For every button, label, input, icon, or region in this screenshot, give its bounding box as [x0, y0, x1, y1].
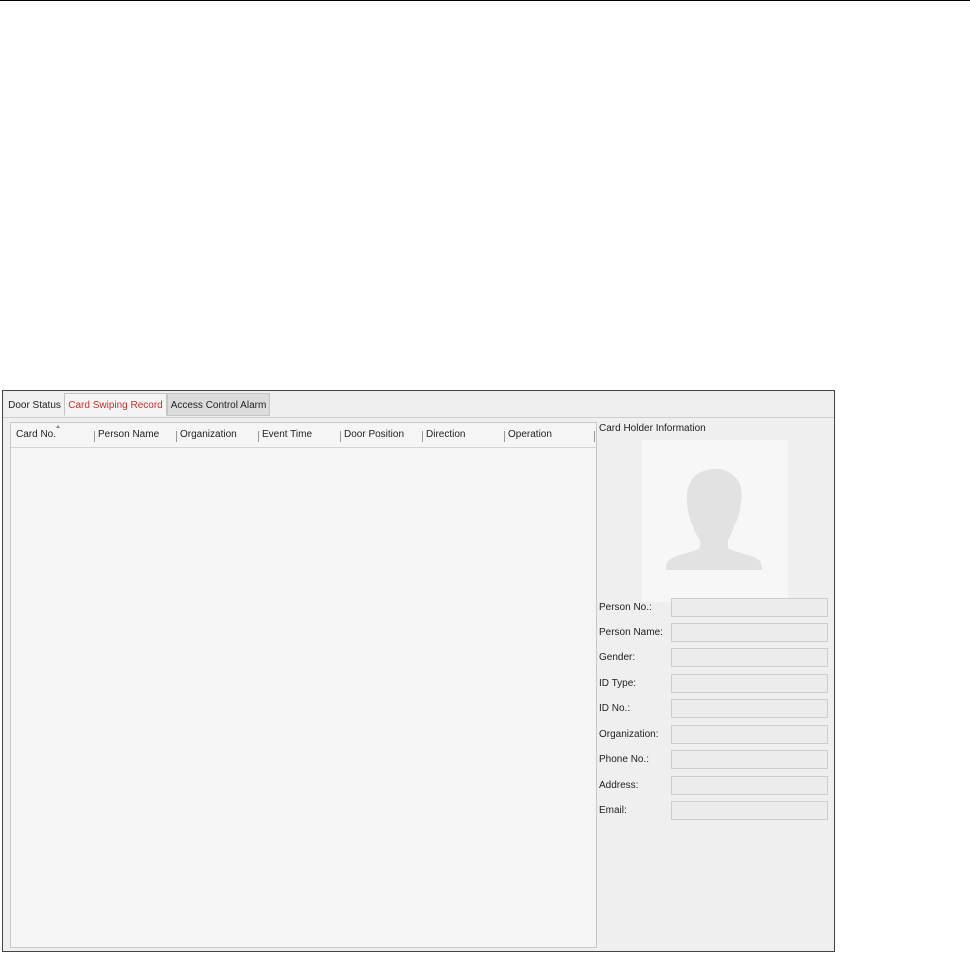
column-header-organization[interactable]: Organization: [180, 423, 237, 447]
card-swiping-record-table: Card No. Person Name Organization Event …: [10, 422, 597, 948]
tab-access-control-alarm[interactable]: Access Control Alarm: [167, 393, 270, 416]
tab-door-status[interactable]: Door Status: [5, 393, 64, 416]
column-header-door-position[interactable]: Door Position: [344, 423, 404, 447]
organization-field[interactable]: [671, 725, 828, 744]
column-divider[interactable]: [258, 431, 259, 442]
address-label: Address:: [599, 780, 639, 791]
column-divider[interactable]: [340, 431, 341, 442]
gender-field[interactable]: [671, 648, 828, 667]
column-divider[interactable]: [176, 431, 177, 442]
id-no-label: ID No.:: [599, 703, 631, 714]
card-holder-information-panel: Card Holder Information Person No.: Pers…: [599, 417, 834, 951]
access-control-window: Door Status Card Swiping Record Access C…: [2, 390, 835, 952]
phone-no-field[interactable]: [671, 750, 828, 769]
tab-card-swiping-record[interactable]: Card Swiping Record: [64, 393, 167, 416]
page-top-rule: [0, 0, 970, 1]
column-divider[interactable]: [94, 431, 95, 442]
column-header-card-no[interactable]: Card No.: [16, 423, 60, 447]
person-no-field[interactable]: [671, 598, 828, 617]
id-no-field[interactable]: [671, 699, 828, 718]
column-header-label: Card No.: [16, 429, 57, 440]
person-photo: [642, 440, 788, 602]
gender-label: Gender:: [599, 652, 636, 663]
id-type-field[interactable]: [671, 674, 828, 693]
column-header-person-name[interactable]: Person Name: [98, 423, 159, 447]
card-holder-information-title: Card Holder Information: [599, 423, 706, 434]
sort-ascending-icon: [56, 425, 60, 428]
person-name-label: Person Name:: [599, 627, 663, 638]
column-header-event-time[interactable]: Event Time: [262, 423, 312, 447]
address-field[interactable]: [671, 776, 828, 795]
column-divider[interactable]: [422, 431, 423, 442]
tab-bar: Door Status Card Swiping Record Access C…: [3, 391, 834, 418]
column-header-operation[interactable]: Operation: [508, 423, 552, 447]
column-header-direction[interactable]: Direction: [426, 423, 465, 447]
organization-label: Organization:: [599, 729, 659, 740]
column-divider[interactable]: [504, 431, 505, 442]
person-name-field[interactable]: [671, 623, 828, 642]
email-label: Email:: [599, 805, 627, 816]
person-no-label: Person No.:: [599, 602, 652, 613]
email-field[interactable]: [671, 801, 828, 820]
column-divider[interactable]: [594, 431, 595, 442]
id-type-label: ID Type:: [599, 678, 637, 689]
table-header: Card No. Person Name Organization Event …: [11, 423, 596, 448]
person-silhouette-icon: [666, 468, 762, 570]
phone-no-label: Phone No.:: [599, 754, 650, 765]
table-body[interactable]: [11, 448, 596, 947]
